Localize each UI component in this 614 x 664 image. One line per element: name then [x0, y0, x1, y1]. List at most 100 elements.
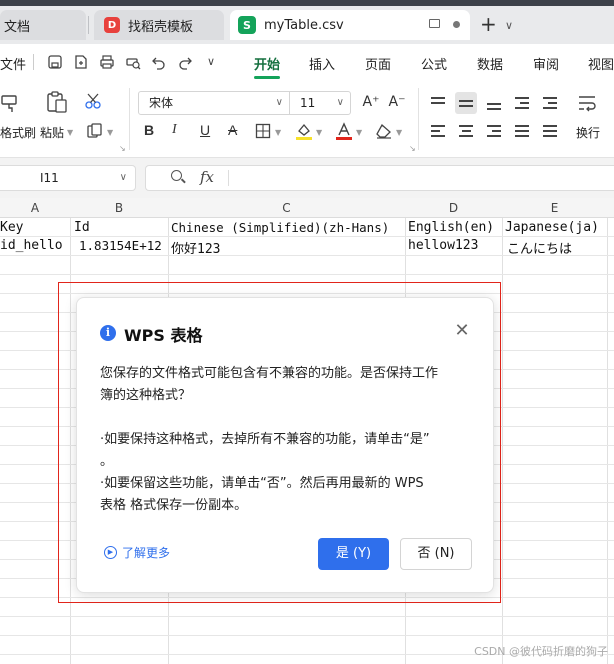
ribbon-toolbar: 格式刷 粘贴 ▼ ▼ ↘ 宋体 ∨ 11 ∨ A⁺ A⁻ B I U A ▼ ▼ — [0, 80, 614, 158]
new-tab-plus-icon[interactable]: + — [480, 14, 497, 34]
menu-tab-insert[interactable]: 插入 — [309, 54, 335, 73]
cell-c2[interactable]: 你好123 — [171, 238, 220, 257]
name-box[interactable]: I11 ∨ — [0, 165, 136, 191]
italic-button[interactable]: I — [172, 122, 177, 138]
no-button[interactable]: 否 (N) — [400, 538, 472, 570]
dialog-line: ·如要保持这种格式，去掉所有不兼容的功能，请单击“是” — [100, 432, 430, 447]
menu-tab-page[interactable]: 页面 — [365, 54, 391, 73]
strikethrough-button[interactable]: A — [228, 122, 237, 138]
font-color-chevron-icon[interactable]: ▼ — [356, 128, 362, 137]
tab-mytable-label: myTable.csv — [264, 17, 344, 33]
font-family-value: 宋体 — [149, 96, 174, 110]
menu-file[interactable]: 文件 — [0, 54, 26, 73]
clear-format-eraser-icon[interactable] — [375, 123, 393, 139]
cell-b1[interactable]: Id — [74, 220, 90, 235]
distributed-align-icon[interactable] — [539, 120, 561, 142]
tab-template-store[interactable]: D 找稻壳模板 — [94, 10, 224, 40]
learn-more-label: 了解更多 — [122, 546, 171, 560]
cell-e2[interactable]: こんにちは — [507, 238, 572, 257]
window-monitor-icon[interactable] — [429, 19, 440, 28]
menu-tab-home[interactable]: 开始 — [254, 54, 280, 73]
increase-font-size-icon[interactable]: A⁺ — [362, 91, 380, 113]
menu-tab-review[interactable]: 审阅 — [533, 54, 559, 73]
font-size-select[interactable]: 11 ∨ — [289, 91, 351, 115]
menu-tab-formula[interactable]: 公式 — [421, 54, 447, 73]
cell-a1[interactable]: Key — [0, 220, 23, 235]
paste-dropdown-chevron-icon[interactable]: ▼ — [67, 128, 73, 137]
cell-e1[interactable]: Japanese(ja) — [505, 220, 599, 235]
yes-button[interactable]: 是 (Y) — [318, 538, 389, 570]
tab-divider — [88, 16, 89, 34]
tab-mytable-csv[interactable]: S myTable.csv — [230, 10, 470, 40]
tab-documents[interactable]: 文档 — [0, 10, 86, 40]
column-header-row: A B C D E — [0, 198, 614, 218]
border-icon[interactable] — [255, 123, 271, 139]
menu-tab-view[interactable]: 视图 — [588, 54, 614, 73]
font-group-expand-icon[interactable]: ↘ — [409, 144, 416, 153]
format-painter-icon[interactable] — [0, 92, 22, 114]
column-header-d[interactable]: D — [405, 201, 502, 215]
print-preview-icon[interactable] — [125, 54, 141, 70]
format-painter-label[interactable]: 格式刷 — [0, 124, 36, 141]
cut-icon[interactable] — [84, 92, 102, 110]
underline-button[interactable]: U — [200, 122, 210, 138]
name-box-value: I11 — [40, 171, 59, 185]
undo-icon[interactable] — [151, 54, 167, 70]
copy-icon[interactable] — [86, 122, 104, 140]
menu-bar: 文件 ∨ 开始 插入 页面 公式 数据 审阅 视图 — [0, 44, 614, 80]
docer-logo-icon: D — [104, 17, 120, 33]
formula-input[interactable]: fx — [145, 165, 614, 191]
justify-icon[interactable] — [511, 120, 533, 142]
align-middle-icon[interactable] — [455, 92, 477, 114]
dialog-line: 表格 格式保存一份副本。 — [100, 498, 248, 513]
name-box-chevron-icon: ∨ — [119, 172, 127, 183]
tab-list-chevron-icon[interactable]: ∨ — [505, 19, 513, 32]
cell-c1[interactable]: Chinese (Simplified)(zh-Hans) — [171, 220, 389, 235]
align-left-icon[interactable] — [427, 120, 449, 142]
menu-divider — [33, 54, 34, 70]
cell-b2[interactable]: 1.83154E+12 — [79, 238, 162, 253]
align-bottom-icon[interactable] — [483, 92, 505, 114]
save-icon[interactable] — [47, 54, 63, 70]
quick-access-chevron-icon[interactable]: ∨ — [203, 54, 219, 70]
paste-icon[interactable] — [45, 90, 69, 114]
learn-more-link[interactable]: ▶ 了解更多 — [104, 544, 170, 561]
fill-color-chevron-icon[interactable]: ▼ — [316, 128, 322, 137]
redo-icon[interactable] — [177, 54, 193, 70]
find-zoom-icon[interactable] — [171, 170, 182, 181]
increase-indent-icon[interactable] — [539, 92, 561, 114]
column-header-c[interactable]: C — [168, 201, 405, 215]
cell-a2[interactable]: id_hello — [0, 238, 63, 253]
cell-d1[interactable]: English(en) — [408, 220, 494, 235]
paste-label[interactable]: 粘贴 — [40, 124, 64, 141]
watermark-text: CSDN @彼代码折磨的狗子 — [474, 645, 608, 658]
export-pdf-icon[interactable] — [73, 54, 89, 70]
column-header-e[interactable]: E — [502, 201, 607, 215]
dialog-line: 您保存的文件格式可能包含有不兼容的功能。是否保持工作 — [100, 366, 439, 381]
print-icon[interactable] — [99, 54, 115, 70]
column-header-a[interactable]: A — [0, 201, 70, 215]
align-center-icon[interactable] — [455, 120, 477, 142]
decrease-indent-icon[interactable] — [511, 92, 533, 114]
font-family-chevron-icon: ∨ — [275, 97, 283, 108]
ribbon-divider — [129, 88, 130, 150]
bold-button[interactable]: B — [144, 122, 154, 138]
column-header-b[interactable]: B — [70, 201, 168, 215]
clear-format-chevron-icon[interactable]: ▼ — [396, 128, 402, 137]
align-right-icon[interactable] — [483, 120, 505, 142]
font-family-select[interactable]: 宋体 ∨ — [138, 91, 290, 115]
font-color-icon[interactable] — [335, 122, 353, 140]
clipboard-group-expand-icon[interactable]: ↘ — [119, 144, 126, 153]
wrap-text-label[interactable]: 换行 — [576, 124, 600, 141]
insert-function-fx-icon[interactable]: fx — [200, 168, 214, 186]
fill-color-icon[interactable] — [295, 122, 313, 140]
unsaved-dot-icon[interactable] — [453, 21, 460, 28]
menu-tab-data[interactable]: 数据 — [477, 54, 503, 73]
wrap-text-icon[interactable] — [576, 92, 598, 114]
decrease-font-size-icon[interactable]: A⁻ — [388, 91, 406, 113]
copy-dropdown-chevron-icon[interactable]: ▼ — [107, 128, 113, 137]
border-chevron-icon[interactable]: ▼ — [275, 128, 281, 137]
close-icon[interactable]: ✕ — [452, 321, 472, 341]
cell-d2[interactable]: hellow123 — [408, 238, 478, 253]
align-top-icon[interactable] — [427, 92, 449, 114]
